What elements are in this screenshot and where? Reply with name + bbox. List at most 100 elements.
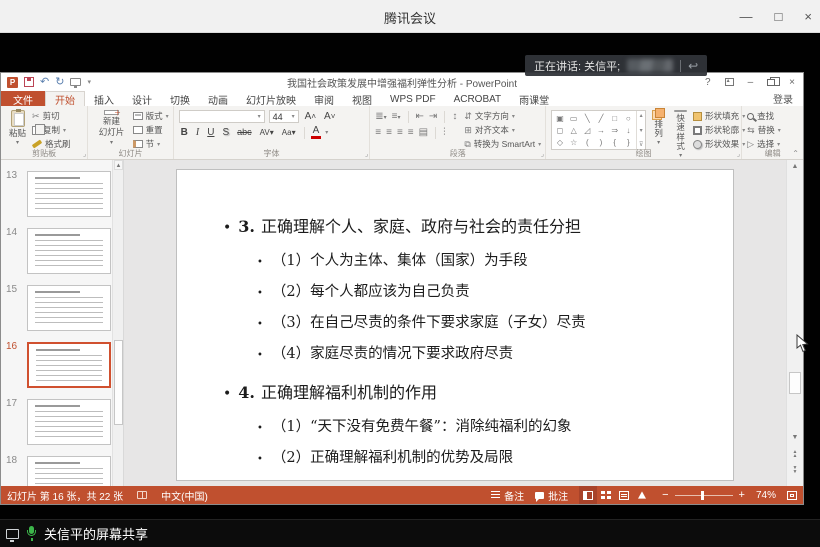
bullets-icon[interactable]: ≣▾: [375, 112, 386, 122]
next-slide-icon[interactable]: ▼▼: [789, 466, 801, 474]
increase-indent-icon[interactable]: ⇥: [429, 112, 437, 122]
copy-button[interactable]: 复制▾: [32, 124, 71, 136]
text-shadow-button[interactable]: S: [220, 126, 231, 139]
ppt-close-icon[interactable]: ×: [789, 77, 795, 88]
font-size-combobox[interactable]: 44▾: [269, 110, 299, 123]
align-right-icon[interactable]: ≡: [397, 128, 403, 138]
text-direction-button[interactable]: ⇵文字方向▾: [464, 110, 541, 122]
slide-canvas[interactable]: •3.正确理解个人、家庭、政府与社会的责任分担 •（1）个人为主体、集体（国家）…: [124, 160, 786, 486]
decrease-indent-icon[interactable]: ⇤: [416, 112, 424, 122]
normal-view-button[interactable]: [579, 486, 597, 504]
cut-button[interactable]: ✂剪切: [32, 110, 71, 122]
tab-rain-classroom[interactable]: 雨课堂: [510, 91, 558, 106]
minimize-icon[interactable]: —: [740, 9, 753, 24]
dialog-launcher-icon[interactable]: ⌟: [541, 150, 544, 158]
close-icon[interactable]: ×: [804, 9, 812, 24]
text-columns-icon[interactable]: ⫶: [443, 128, 446, 138]
undo-icon[interactable]: ↶: [40, 77, 49, 88]
thumbnail-scrollbar-thumb[interactable]: [114, 340, 123, 425]
tab-file[interactable]: 文件: [1, 91, 45, 106]
quick-styles-button[interactable]: 快速样式▾: [671, 109, 690, 148]
tab-insert[interactable]: 插入: [85, 91, 123, 106]
italic-button[interactable]: I: [194, 126, 201, 139]
layout-button[interactable]: 版式▾: [133, 110, 169, 122]
tab-slideshow[interactable]: 幻灯片放映: [237, 91, 305, 106]
spellcheck-icon[interactable]: [137, 491, 147, 499]
slide-sorter-view-button[interactable]: [597, 486, 615, 504]
scroll-up-icon[interactable]: ▲: [114, 160, 123, 170]
bold-button[interactable]: B: [179, 126, 190, 139]
scroll-up-icon[interactable]: ▲: [789, 161, 801, 173]
slide-scrollbar-thumb[interactable]: [789, 372, 801, 394]
save-icon[interactable]: [24, 77, 34, 87]
tab-view[interactable]: 视图: [343, 91, 381, 106]
zoom-slider[interactable]: [675, 495, 733, 496]
font-color-button[interactable]: A: [311, 126, 322, 139]
notes-button[interactable]: 备注: [491, 488, 524, 503]
tab-transitions[interactable]: 切换: [161, 91, 199, 106]
scroll-down-icon[interactable]: ▼: [789, 432, 801, 444]
shrink-font-button[interactable]: A˅: [322, 110, 337, 123]
grow-font-button[interactable]: A˄: [303, 110, 318, 123]
shape-outline-button[interactable]: 形状轮廓▾: [693, 124, 745, 136]
columns-icon[interactable]: ▤: [419, 128, 428, 138]
speaking-label: 正在讲话: 关信平;: [534, 58, 620, 74]
maximize-icon[interactable]: □: [775, 9, 783, 24]
collapse-toast-icon[interactable]: ↩: [688, 60, 698, 72]
reset-button[interactable]: 重置: [133, 124, 169, 136]
tab-wps-pdf[interactable]: WPS PDF: [381, 91, 445, 106]
powerpoint-logo-icon[interactable]: P: [7, 77, 18, 88]
thumbnail-scrollbar[interactable]: ▲: [112, 160, 123, 486]
align-center-icon[interactable]: ≡: [386, 128, 392, 138]
previous-slide-icon[interactable]: ▲▲: [789, 450, 801, 458]
replace-button[interactable]: ⇆替换▾: [747, 124, 781, 136]
shapes-gallery[interactable]: ▣▭╲╱□○ ◻△◿→⇒↓ ◇☆(){} ▴▾⊽: [551, 110, 646, 150]
help-icon[interactable]: ?: [705, 77, 711, 88]
ribbon-tab-row: 文件 开始 插入 设计 切换 动画 幻灯片放映 审阅 视图 WPS PDF AC…: [1, 91, 803, 106]
align-left-icon[interactable]: ≡: [375, 128, 381, 138]
tab-home[interactable]: 开始: [45, 91, 85, 106]
ppt-restore-icon[interactable]: [767, 79, 775, 86]
paste-button[interactable]: 粘贴 ▾: [6, 109, 29, 148]
justify-icon[interactable]: ≡: [408, 128, 414, 138]
dialog-launcher-icon[interactable]: ⌟: [365, 150, 368, 158]
shape-fill-button[interactable]: 形状填充▾: [693, 110, 745, 122]
underline-button[interactable]: U: [205, 126, 216, 139]
dialog-launcher-icon[interactable]: ⌟: [737, 150, 740, 158]
slide-scrollbar[interactable]: ▲ ▼ ▲▲ ▼▼: [786, 160, 803, 486]
zoom-out-icon[interactable]: −: [662, 490, 668, 501]
tab-animations[interactable]: 动画: [199, 91, 237, 106]
collapse-ribbon-icon[interactable]: ⌃: [792, 149, 799, 158]
start-presentation-icon[interactable]: [70, 78, 81, 86]
ribbon-display-options-icon[interactable]: [725, 78, 734, 86]
strikethrough-button[interactable]: abc: [235, 126, 254, 139]
find-button[interactable]: 查找: [747, 110, 781, 122]
change-case-button[interactable]: Aa▾: [280, 126, 298, 139]
tab-acrobat[interactable]: ACROBAT: [445, 91, 511, 106]
tab-review[interactable]: 审阅: [305, 91, 343, 106]
character-spacing-button[interactable]: AV▾: [258, 126, 276, 139]
line-spacing-icon[interactable]: ↕: [452, 112, 457, 122]
numbering-icon[interactable]: ≡▾: [392, 112, 401, 122]
align-text-button[interactable]: ⊞对齐文本▾: [464, 124, 541, 136]
slideshow-view-button[interactable]: [633, 486, 651, 504]
new-slide-button[interactable]: 新建 幻灯片 ▾: [93, 109, 129, 148]
zoom-in-icon[interactable]: +: [739, 490, 745, 501]
tab-design[interactable]: 设计: [123, 91, 161, 106]
qat-overflow-icon[interactable]: ▾: [87, 78, 91, 86]
shapes-scroll[interactable]: ▴▾⊽: [636, 111, 645, 149]
dialog-launcher-icon[interactable]: ⌟: [83, 150, 86, 158]
zoom-percentage[interactable]: 74%: [756, 490, 776, 501]
ppt-minimize-icon[interactable]: –: [748, 77, 754, 88]
zoom-slider-thumb[interactable]: [701, 491, 704, 500]
slide-16-content[interactable]: •3.正确理解个人、家庭、政府与社会的责任分担 •（1）个人为主体、集体（国家）…: [176, 169, 734, 481]
redo-icon[interactable]: ↻: [55, 77, 64, 88]
reading-view-button[interactable]: [615, 486, 633, 504]
arrange-button[interactable]: 排列▾: [649, 109, 668, 148]
shapes-grid: ▣▭╲╱□○ ◻△◿→⇒↓ ◇☆(){}: [552, 111, 636, 149]
language-indicator[interactable]: 中文(中国): [161, 488, 208, 503]
font-name-combobox[interactable]: ▾: [179, 110, 265, 123]
comments-button[interactable]: 批注: [535, 488, 568, 503]
fit-slide-to-window-icon[interactable]: [787, 491, 797, 500]
sign-in-link[interactable]: 登录: [773, 91, 803, 106]
